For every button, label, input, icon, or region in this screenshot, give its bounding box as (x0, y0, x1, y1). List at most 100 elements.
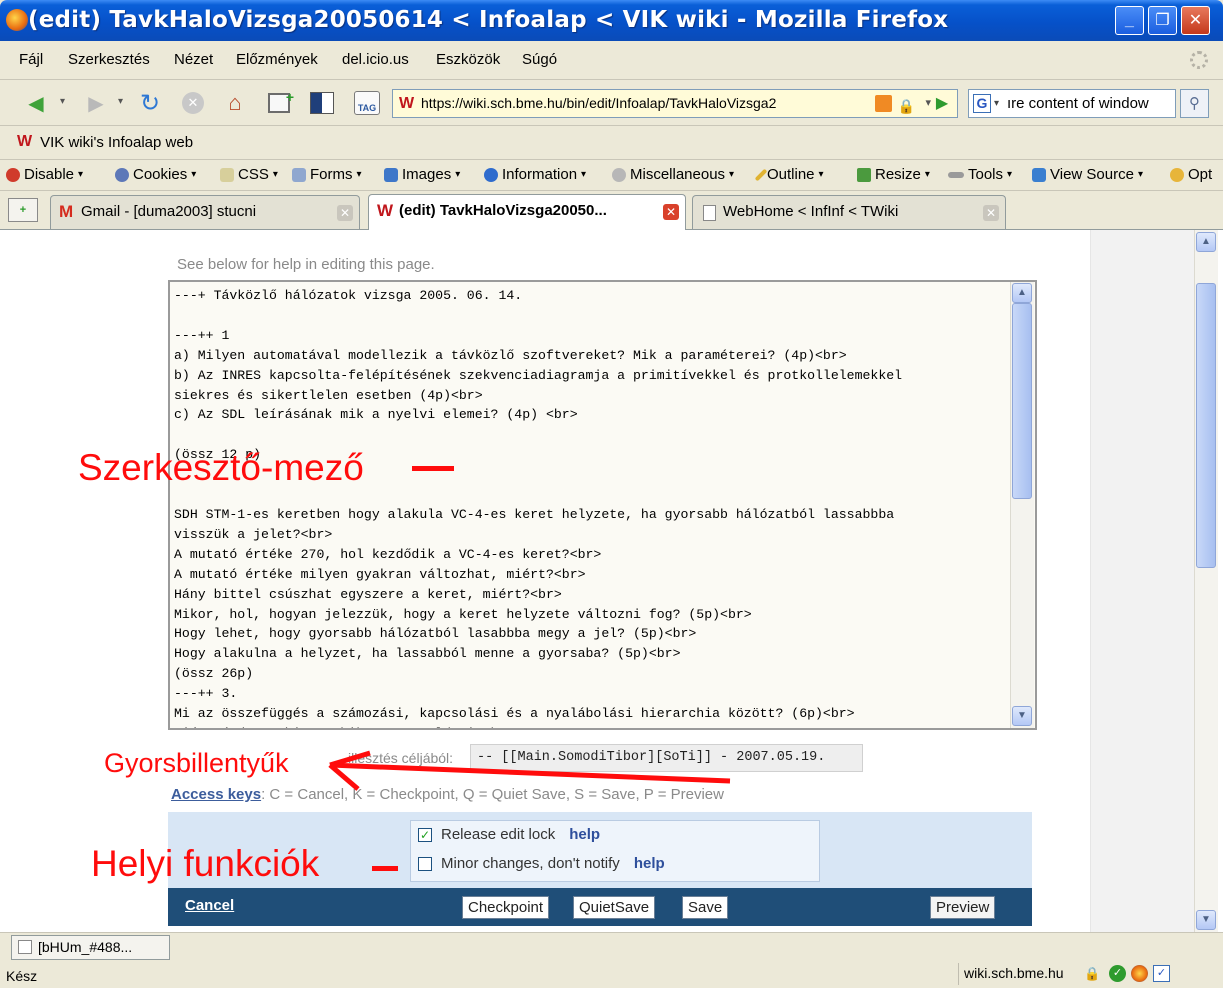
go-button[interactable]: ▶ (925, 88, 959, 118)
minor-changes-checkbox[interactable] (418, 856, 432, 871)
menu-help[interactable]: Súgó (522, 51, 557, 68)
tab-label: Gmail - [duma2003] stucni (81, 203, 257, 220)
release-lock-help-link[interactable]: help (569, 826, 600, 843)
devbar-miscellaneous[interactable]: Miscellaneous ▾ (612, 166, 734, 183)
menu-bar: Fájl Szerkesztés Nézet Előzmények del.ic… (0, 41, 1223, 80)
checkpoint-button[interactable]: Checkpoint (462, 896, 550, 919)
scroll-down-icon[interactable]: ▼ (1196, 910, 1216, 930)
menu-tools[interactable]: Eszközök (436, 51, 500, 68)
site-favicon-icon: W (399, 95, 415, 112)
check-icon[interactable]: ✓ (1109, 965, 1126, 982)
annotation-local-functions: Helyi funkciók (91, 843, 320, 884)
miscellaneous-icon (612, 167, 626, 182)
annotation-editor-field: Szerkesztő-mező (78, 447, 364, 488)
google-icon[interactable]: G (973, 94, 991, 113)
menu-view[interactable]: Nézet (174, 51, 213, 68)
navigation-toolbar: ◀ ▾ ▶ ▾ ↻ ✕ ⌂ + TAG W https://wiki.sch.b… (0, 80, 1223, 126)
resize-icon (857, 167, 871, 182)
devbar-forms[interactable]: Forms ▾ (292, 166, 362, 183)
minor-changes-option: Minor changes, don't notify help (418, 855, 665, 872)
forward-button[interactable]: ▶ (76, 88, 116, 118)
annotation-shortcuts: Gyorsbillentyűk (104, 748, 289, 778)
window-titlebar: (edit) TavkHaloVizsga20050614 < Infoalap… (0, 0, 1223, 41)
save-button[interactable]: Save (682, 896, 729, 919)
firefox-status-icon[interactable] (1131, 965, 1148, 982)
rss-feed-icon[interactable] (875, 95, 892, 112)
back-dropdown-icon[interactable]: ▾ (60, 96, 65, 107)
download-tab[interactable]: [bHUm_#488... (11, 935, 170, 960)
tools-icon (948, 171, 964, 178)
close-window-button[interactable]: ✕ (1181, 6, 1210, 35)
close-tab-icon[interactable]: ✕ (663, 204, 679, 220)
help-hint: See below for help in editing this page. (177, 256, 435, 273)
access-keys-link[interactable]: Access keys (171, 786, 261, 803)
stop-button[interactable]: ✕ (176, 88, 210, 118)
back-button[interactable]: ◀ (14, 88, 58, 118)
tab-gmail[interactable]: M Gmail - [duma2003] stucni ✕ (50, 195, 360, 229)
devbar-outline[interactable]: Outline ▾ (754, 166, 824, 183)
devbar-css[interactable]: CSS ▾ (220, 166, 278, 183)
scroll-up-icon[interactable]: ▲ (1196, 232, 1216, 252)
search-text: ıre content of window (1007, 95, 1149, 112)
status-domain-text: wiki.sch.bme.hu (964, 965, 1064, 981)
search-input[interactable]: G ▾ ıre content of window (968, 89, 1176, 118)
editor-scroll-down-icon[interactable]: ▼ (1012, 706, 1032, 726)
edit-textarea[interactable]: ---+ Távközlő hálózatok vizsga 2005. 06.… (168, 280, 1037, 730)
editor-scroll-thumb[interactable] (1012, 303, 1032, 499)
editor-scroll-up-icon[interactable]: ▲ (1012, 283, 1032, 303)
bookmark-item[interactable]: W VIK wiki's Infoalap web (17, 133, 193, 151)
release-lock-checkbox[interactable]: ✓ (418, 827, 432, 842)
devbar-options[interactable]: Opt (1170, 166, 1212, 183)
quietsave-button[interactable]: QuietSave (573, 896, 656, 919)
menu-edit[interactable]: Szerkesztés (68, 51, 150, 68)
url-bar[interactable]: W https://wiki.sch.bme.hu/bin/edit/Infoa… (392, 89, 958, 118)
search-engine-dropdown-icon[interactable]: ▾ (994, 90, 999, 117)
tab-twiki[interactable]: WebHome < InfInf < TWiki ✕ (692, 195, 1006, 229)
devbar-information[interactable]: Information ▾ (484, 166, 586, 183)
outline-icon (754, 168, 768, 181)
bookmarks-toolbar: W VIK wiki's Infoalap web (0, 126, 1223, 160)
download-label: [bHUm_#488... (38, 939, 133, 955)
checkbox-status-icon[interactable]: ✓ (1153, 965, 1170, 982)
close-tab-icon[interactable]: ✕ (337, 205, 353, 221)
devbar-cookies[interactable]: Cookies ▾ (115, 166, 196, 183)
view-source-icon (1032, 167, 1046, 182)
wiki-favicon-icon: W (17, 133, 33, 150)
tag-icon[interactable]: TAG (350, 88, 384, 118)
tab-label: (edit) TavkHaloVizsga20050... (399, 202, 607, 219)
forms-icon (292, 167, 306, 182)
devbar-tools[interactable]: Tools ▾ (948, 166, 1012, 183)
bookmark-label: VIK wiki's Infoalap web (40, 133, 194, 151)
minor-changes-help-link[interactable]: help (634, 855, 665, 872)
tab-edit-wiki[interactable]: W (edit) TavkHaloVizsga20050... ✕ (368, 194, 686, 230)
menu-delicious[interactable]: del.icio.us (342, 51, 409, 68)
annotation-dash (372, 866, 398, 871)
devbar-images[interactable]: Images ▾ (384, 166, 460, 183)
menu-history[interactable]: Előzmények (236, 51, 318, 68)
devbar-view-source[interactable]: View Source ▾ (1032, 166, 1143, 183)
cancel-link[interactable]: Cancel (185, 897, 234, 914)
images-icon (384, 167, 398, 182)
minimize-button[interactable]: _ (1115, 6, 1144, 35)
home-icon[interactable]: ⌂ (218, 88, 252, 118)
search-button[interactable]: ⚲ (1180, 89, 1209, 118)
tab-bar: + M Gmail - [duma2003] stucni ✕ W (edit)… (0, 191, 1223, 230)
preview-button[interactable]: Preview (930, 896, 996, 919)
right-sidebar-area (1090, 230, 1194, 932)
new-tab-button[interactable]: + (8, 198, 38, 222)
reload-icon[interactable]: ↻ (133, 88, 167, 118)
status-domain: wiki.sch.bme.hu 🔒 ✓ ✓ (958, 963, 1170, 985)
web-developer-toolbar: Disable ▾ Cookies ▾ CSS ▾ Forms ▾ Images ▾ In… (0, 160, 1223, 191)
forward-dropdown-icon[interactable]: ▾ (118, 96, 123, 107)
release-lock-label: Release edit lock (441, 826, 556, 843)
menu-file[interactable]: Fájl (19, 51, 43, 68)
annotation-arrow (328, 750, 731, 791)
close-tab-icon[interactable]: ✕ (983, 205, 999, 221)
page-icon (703, 205, 716, 221)
devbar-disable[interactable]: Disable ▾ (6, 166, 83, 183)
page-scroll-thumb[interactable] (1196, 283, 1216, 568)
devbar-resize[interactable]: Resize ▾ (857, 166, 930, 183)
maximize-button[interactable]: ❐ (1148, 6, 1177, 35)
new-tab-icon[interactable]: + (262, 88, 296, 118)
screen-layout-icon[interactable] (305, 88, 339, 118)
